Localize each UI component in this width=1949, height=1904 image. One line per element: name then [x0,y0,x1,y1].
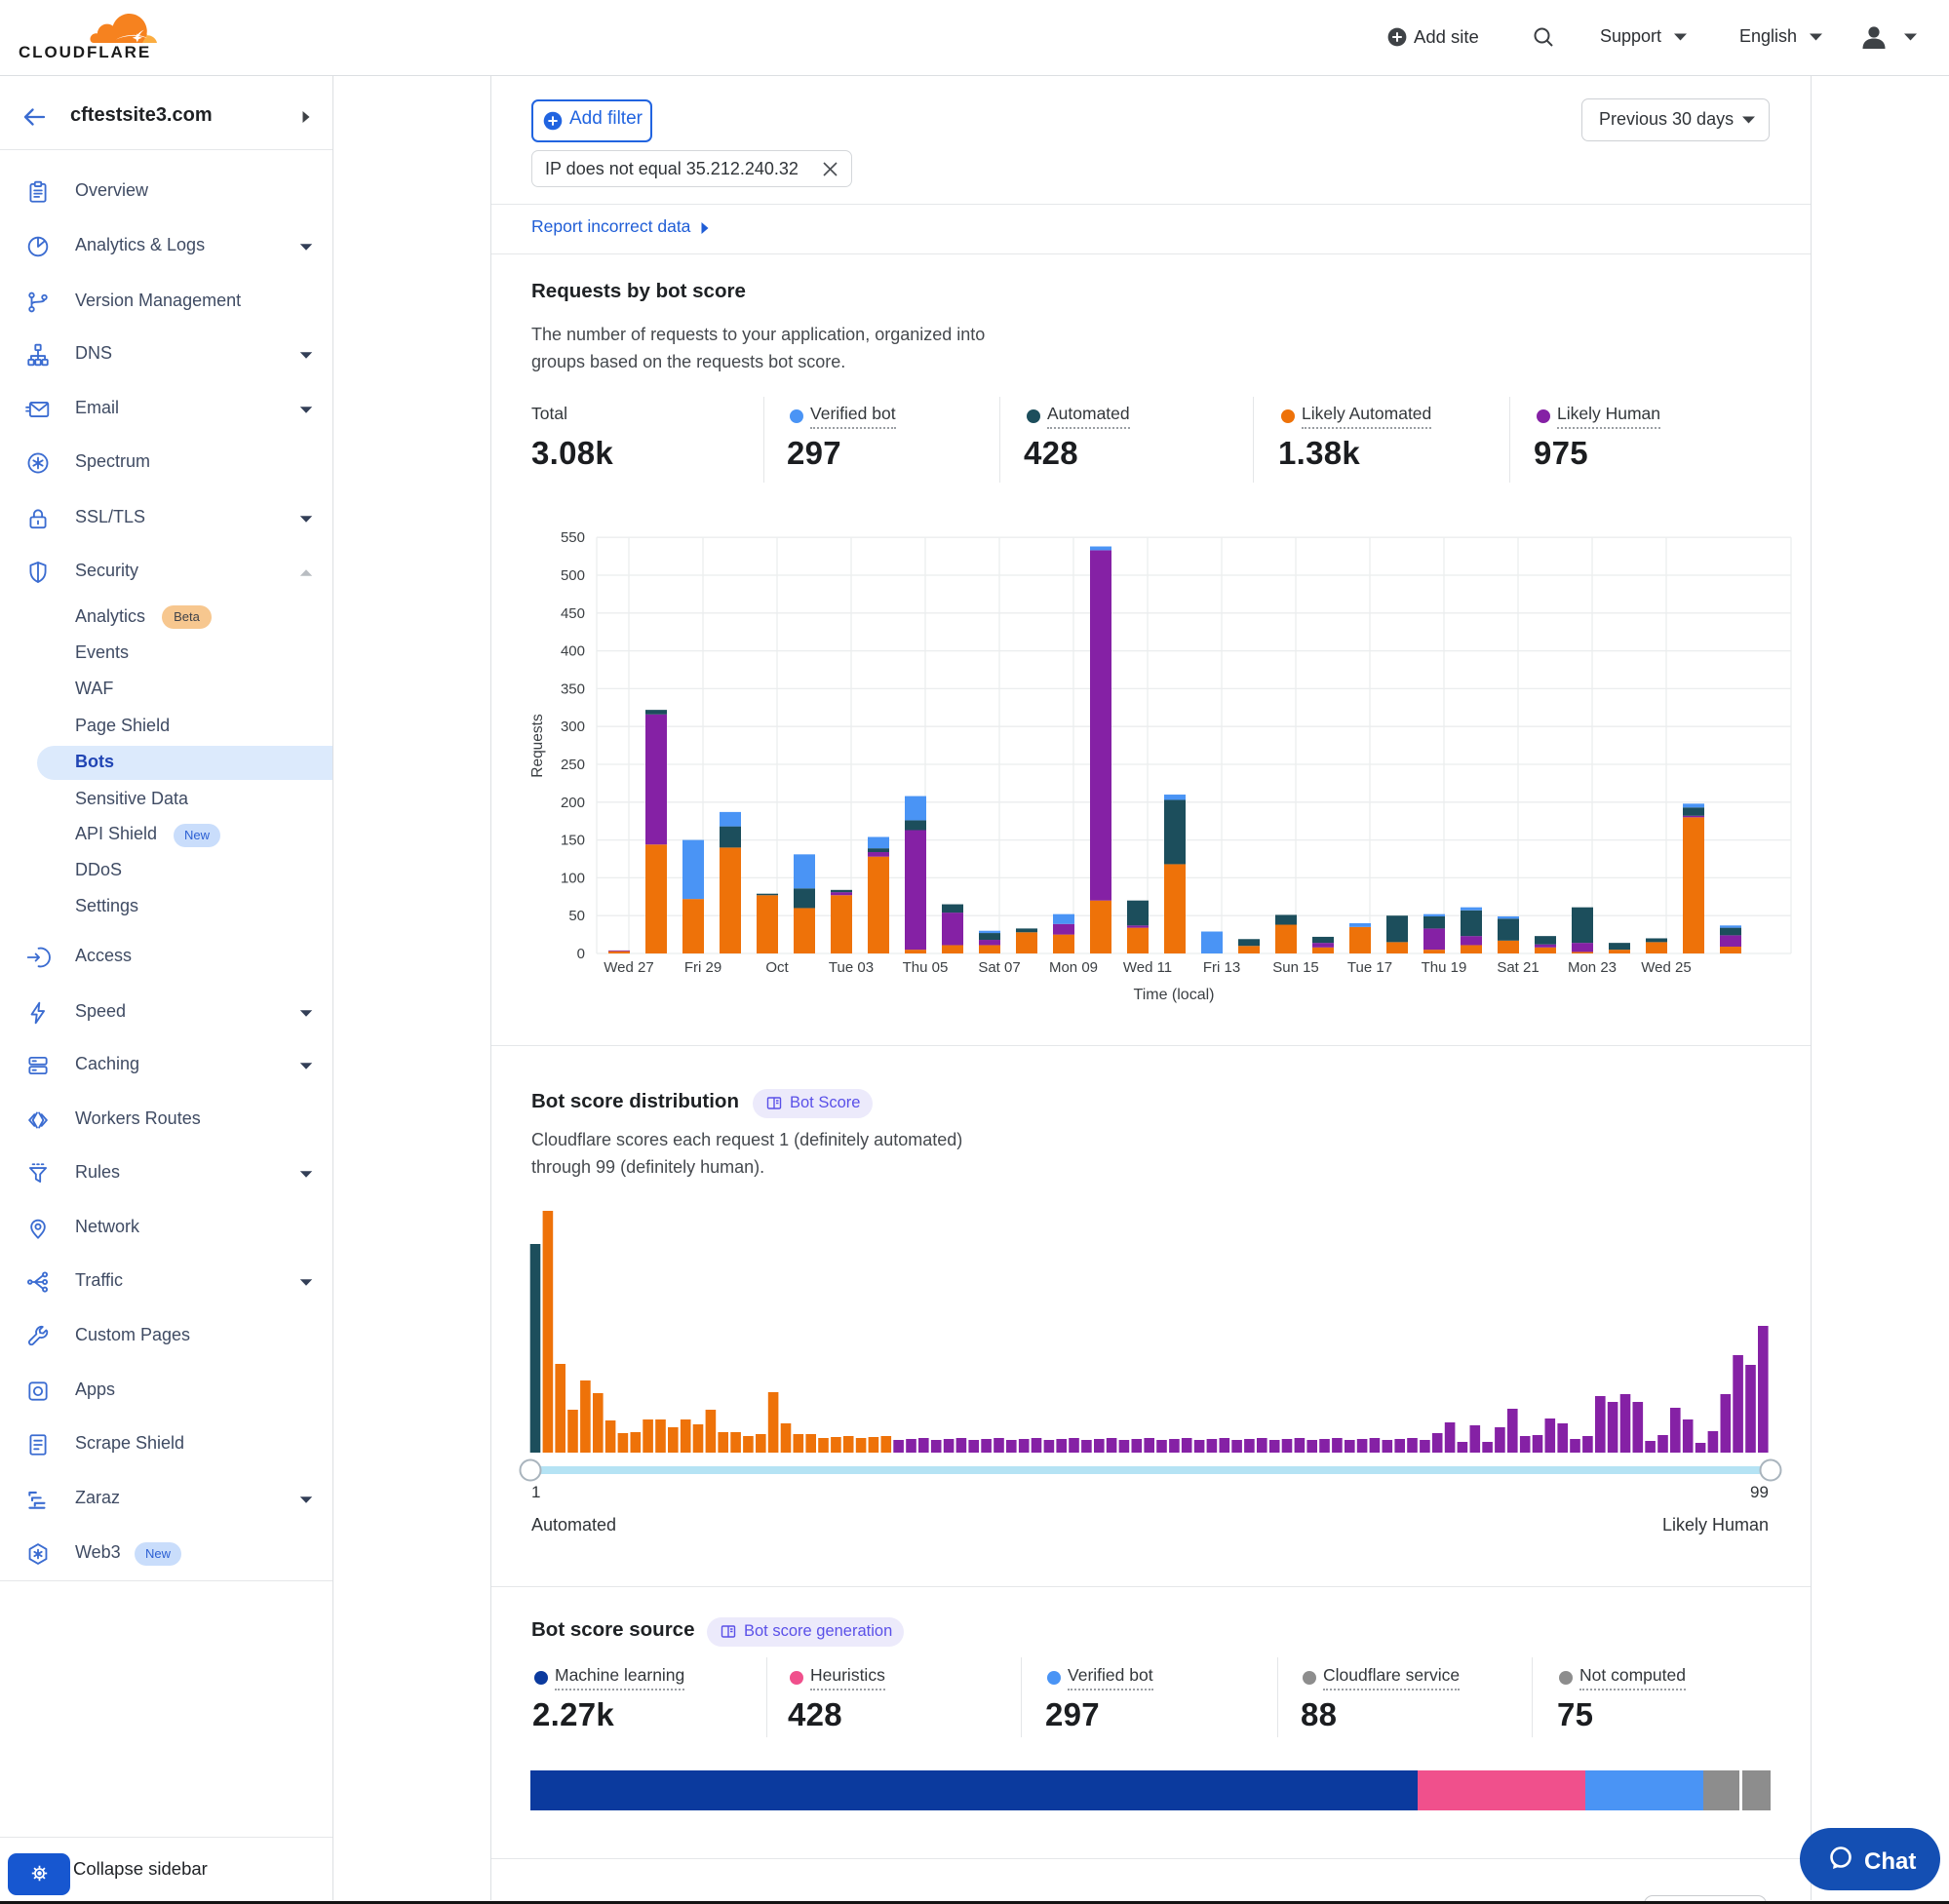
svg-text:200: 200 [561,795,585,811]
svg-text:Mon 09: Mon 09 [1049,959,1098,976]
svg-text:500: 500 [561,567,585,584]
svg-text:150: 150 [561,833,585,849]
svg-text:350: 350 [561,680,585,697]
svg-text:50: 50 [568,908,585,924]
svg-text:Fri 13: Fri 13 [1203,959,1240,976]
svg-text:Thu 05: Thu 05 [903,959,949,976]
svg-text:Wed 11: Wed 11 [1123,959,1172,976]
svg-text:Wed 27: Wed 27 [604,959,653,976]
svg-text:450: 450 [561,605,585,622]
svg-text:Mon 23: Mon 23 [1568,959,1617,976]
svg-text:Tue 03: Tue 03 [829,959,874,976]
svg-text:0: 0 [577,946,585,962]
svg-text:Requests: Requests [529,714,546,778]
svg-text:Oct: Oct [765,959,789,976]
svg-text:Fri 29: Fri 29 [684,959,721,976]
svg-text:250: 250 [561,757,585,773]
svg-text:Tue 17: Tue 17 [1347,959,1392,976]
svg-text:300: 300 [561,719,585,735]
svg-text:400: 400 [561,643,585,660]
svg-text:Time (local): Time (local) [1134,987,1215,1003]
svg-text:Thu 19: Thu 19 [1422,959,1467,976]
svg-text:Sun 15: Sun 15 [1272,959,1319,976]
svg-text:Wed 25: Wed 25 [1641,959,1691,976]
svg-text:100: 100 [561,870,585,886]
svg-text:Sat 21: Sat 21 [1497,959,1539,976]
svg-text:550: 550 [561,529,585,546]
svg-text:Sat 07: Sat 07 [978,959,1020,976]
